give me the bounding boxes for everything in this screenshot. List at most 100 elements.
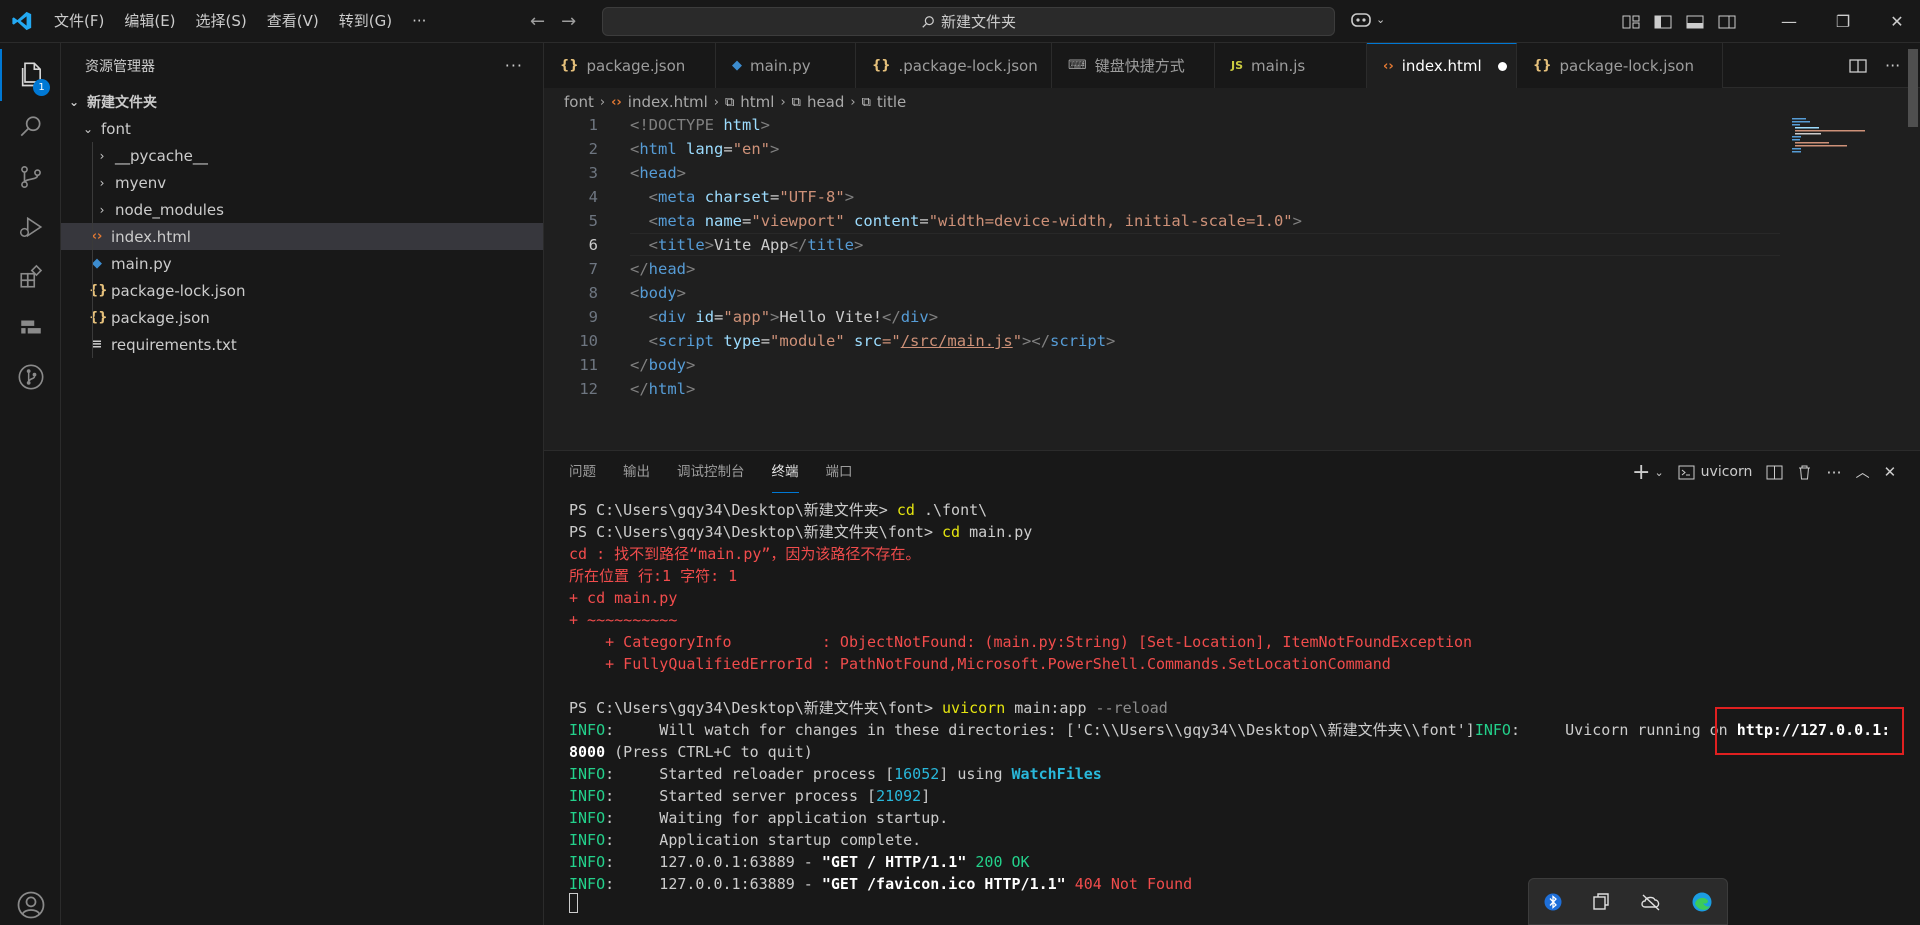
tree-item-myenv[interactable]: › myenv: [61, 169, 543, 196]
chevron-down-icon[interactable]: ⌄: [1654, 466, 1663, 479]
menu-view[interactable]: 查看(V): [257, 0, 329, 43]
restore-icon[interactable]: ❐: [1816, 12, 1870, 31]
breadcrumb-head[interactable]: head: [807, 93, 844, 111]
activity-git-graph[interactable]: [0, 351, 61, 403]
scrollbar-thumb[interactable]: [1908, 49, 1918, 127]
log-text: ]: [921, 787, 931, 805]
tab-package-lock-json[interactable]: {} package-lock.json: [1517, 43, 1723, 88]
command-center-search[interactable]: 新建文件夹: [602, 7, 1335, 36]
tab-debug-console[interactable]: 调试控制台: [677, 451, 745, 493]
menu-selection[interactable]: 选择(S): [186, 0, 257, 43]
terminal-output[interactable]: PS C:\Users\gqy34\Desktop\新建文件夹> cd .\fo…: [569, 499, 1909, 895]
element-tag-icon: ⧉: [724, 94, 735, 110]
tree-item-index-html[interactable]: ‹› index.html: [61, 223, 543, 250]
breadcrumb-html[interactable]: html: [740, 93, 774, 111]
menu-go[interactable]: 转到(G): [329, 0, 402, 43]
server-url-link[interactable]: 8000: [569, 743, 605, 761]
code-token: >: [928, 308, 939, 326]
tab-index-html[interactable]: ‹› index.html: [1367, 43, 1517, 88]
menu-file[interactable]: 文件(F): [44, 0, 114, 43]
code-link[interactable]: /src/main.js: [901, 332, 1013, 350]
activity-source-control[interactable]: [0, 151, 61, 203]
more-actions-icon[interactable]: ···: [1826, 463, 1841, 482]
cloud-off-icon[interactable]: [1640, 892, 1662, 912]
tab-package-json[interactable]: {} package.json: [544, 43, 716, 88]
breadcrumb-font[interactable]: font: [564, 93, 594, 111]
close-icon[interactable]: ✕: [1870, 12, 1920, 31]
close-panel-icon[interactable]: ✕: [1884, 463, 1897, 481]
line-number: 3: [588, 164, 598, 182]
chevron-right-icon: ›: [780, 94, 786, 110]
tree-item-font[interactable]: ⌄ font: [61, 115, 543, 142]
code-token: =": [882, 332, 901, 350]
activity-bar: 1: [0, 43, 61, 925]
activity-remote-explorer[interactable]: [0, 301, 61, 353]
menu-more[interactable]: ···: [402, 0, 436, 43]
http-status: 200 OK: [966, 853, 1030, 871]
code-token: lang: [686, 140, 724, 158]
chevron-right-icon: ›: [99, 175, 105, 190]
edge-icon[interactable]: [1691, 891, 1713, 913]
tab-main-py[interactable]: ◆ main.py: [716, 43, 856, 88]
activity-run-debug[interactable]: [0, 201, 61, 253]
unsaved-dot-icon[interactable]: [1497, 61, 1507, 71]
code-token: </: [788, 236, 808, 254]
toggle-secondary-sidebar-icon[interactable]: [1718, 14, 1736, 30]
minimize-icon[interactable]: —: [1762, 12, 1816, 31]
code-editor[interactable]: 1 2 3 4 5 6 7 8 9 10 11 12 <!DOCTYPE htm…: [544, 116, 1920, 450]
tab-keyboard-shortcuts[interactable]: ⌨ 键盘快捷方式: [1052, 43, 1215, 88]
split-editor-icon[interactable]: [1849, 58, 1867, 74]
code-line: <script type="module" src="/src/main.js"…: [648, 332, 1116, 350]
breadcrumb-index-html[interactable]: index.html: [628, 93, 708, 111]
tab-output[interactable]: 输出: [623, 451, 650, 493]
log-line: 8000 (Press CTRL+C to quit): [569, 741, 1909, 763]
trash-icon[interactable]: [1797, 464, 1812, 480]
maximize-panel-icon[interactable]: ︿: [1856, 462, 1870, 482]
activity-accounts[interactable]: [0, 879, 61, 925]
tree-item-pycache[interactable]: › __pycache__: [61, 142, 543, 169]
command: uvicorn: [942, 699, 1006, 717]
tree-item-node-modules[interactable]: › node_modules: [61, 196, 543, 223]
tree-item-main-py[interactable]: ◆ main.py: [61, 250, 543, 277]
menu-bar: 文件(F) 编辑(E) 选择(S) 查看(V) 转到(G) ···: [44, 0, 436, 43]
code-token: >: [1022, 332, 1032, 350]
tree-item-label: myenv: [115, 173, 167, 192]
minimap[interactable]: [1790, 116, 1870, 156]
editor-scrollbar[interactable]: [1906, 43, 1920, 183]
forward-arrow-icon[interactable]: →: [561, 11, 576, 32]
tab-terminal[interactable]: 终端: [771, 451, 799, 493]
tab-main-js[interactable]: JS main.js: [1215, 43, 1367, 88]
log-level: INFO: [1474, 721, 1511, 739]
tab-label: main.py: [750, 56, 811, 75]
tab-problems[interactable]: 问题: [569, 451, 596, 493]
code-token: </: [1031, 332, 1051, 350]
copy-icon[interactable]: [1591, 892, 1611, 912]
toggle-panel-icon[interactable]: [1686, 14, 1704, 30]
tab-ports[interactable]: 端口: [826, 451, 853, 493]
tree-item-requirements-txt[interactable]: ≡ requirements.txt: [61, 331, 543, 358]
terminal-instance[interactable]: uvicorn: [1678, 464, 1752, 480]
split-terminal-icon[interactable]: [1766, 465, 1783, 480]
argument: main.py: [960, 523, 1033, 541]
new-terminal-button[interactable]: +: [1632, 460, 1650, 485]
more-actions-icon[interactable]: ···: [1885, 56, 1900, 75]
line-number: 8: [588, 284, 598, 302]
toggle-primary-sidebar-icon[interactable]: [1654, 14, 1672, 30]
http-request: "GET /favicon.ico HTTP/1.1": [821, 875, 1066, 893]
back-arrow-icon[interactable]: ←: [530, 11, 545, 32]
activity-search[interactable]: [0, 101, 61, 153]
activity-extensions[interactable]: [0, 251, 61, 303]
explorer-root-folder[interactable]: ⌄ 新建文件夹: [61, 88, 543, 115]
tab-dot-package-lock-json[interactable]: {} .package-lock.json: [856, 43, 1052, 88]
activity-explorer[interactable]: 1: [0, 49, 61, 101]
bluetooth-icon[interactable]: [1544, 892, 1562, 912]
customize-layout-icon[interactable]: [1622, 14, 1640, 30]
tree-item-package-json[interactable]: {} package.json: [61, 304, 543, 331]
code-line: <div id="app">Hello Vite!</div>: [630, 308, 938, 326]
tree-item-package-lock-json[interactable]: {} package-lock.json: [61, 277, 543, 304]
menu-edit[interactable]: 编辑(E): [114, 0, 185, 43]
breadcrumb-title[interactable]: title: [877, 93, 906, 111]
line-number: 9: [588, 308, 598, 326]
copilot-menu[interactable]: ⌄: [1350, 10, 1385, 28]
explorer-more-actions[interactable]: ···: [505, 56, 523, 75]
